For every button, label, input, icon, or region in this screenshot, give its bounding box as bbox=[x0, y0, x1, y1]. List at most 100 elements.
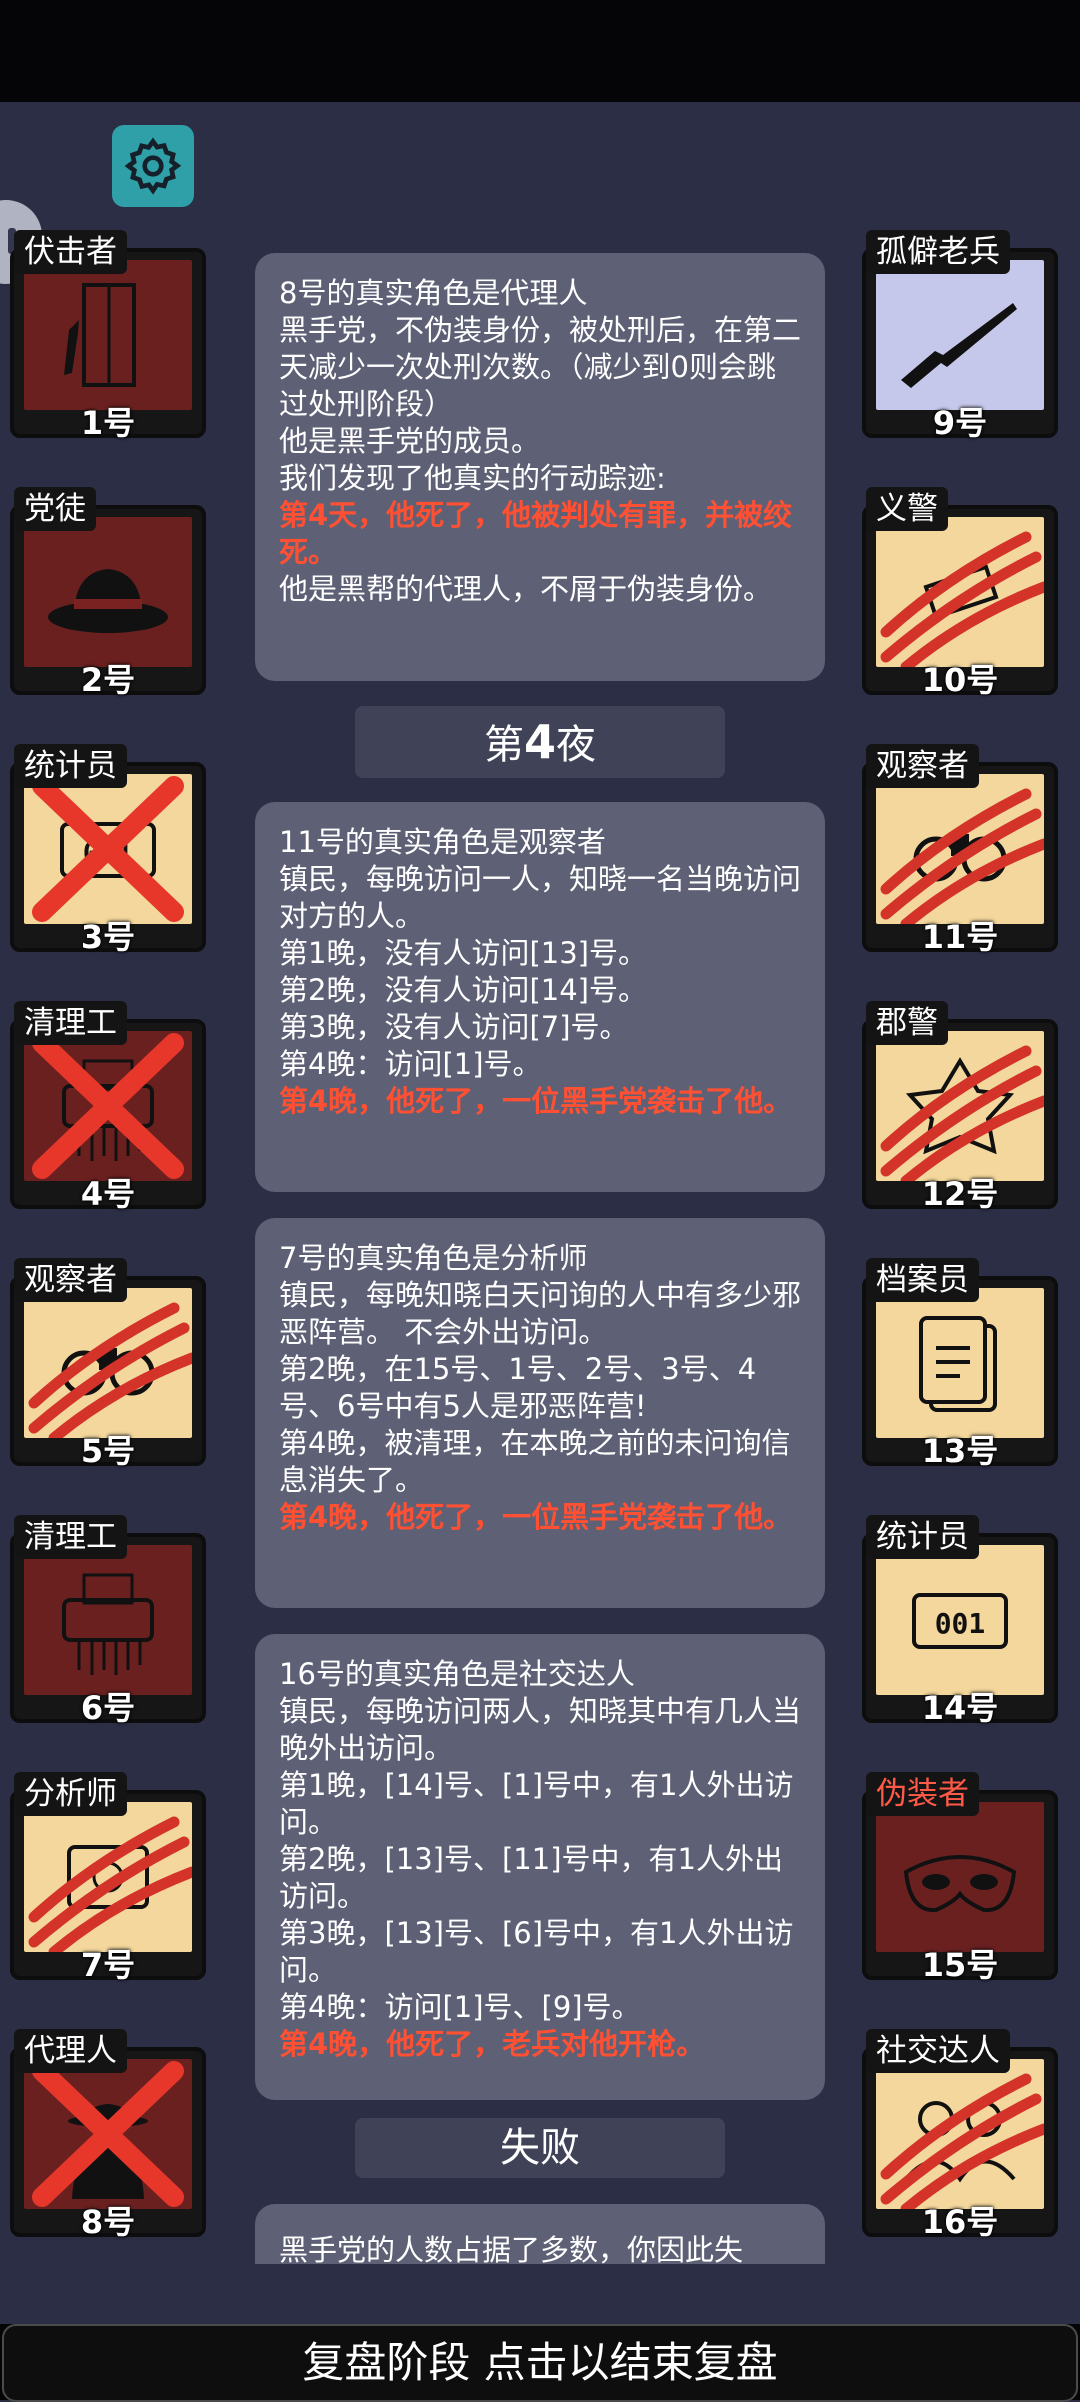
player-number: 6号 bbox=[80, 1689, 136, 1727]
role-art bbox=[24, 1802, 192, 1952]
log-panel-3: 7号的真实角色是分析师 镇民，每晚知晓白天问询的人中有多少邪恶阵营。 不会外出访… bbox=[255, 1218, 825, 1608]
player-card[interactable]: 观察者 11号 bbox=[862, 744, 1058, 956]
log-panel-1: 8号的真实角色是代理人 黑手党，不伪装身份，被处刑后，在第二天减少一次处刑次数。… bbox=[255, 253, 825, 681]
player-number: 16号 bbox=[921, 2203, 999, 2241]
player-number: 11号 bbox=[921, 918, 999, 956]
role-label: 统计员 bbox=[14, 744, 127, 788]
player-number: 14号 bbox=[921, 1689, 999, 1727]
log-line: 第2晚，[13]号、[11]号中，有1人外出访问。 bbox=[279, 1842, 783, 1913]
role-label: 观察者 bbox=[866, 744, 979, 788]
executed-x-mark bbox=[32, 1033, 184, 1179]
role-art bbox=[24, 1288, 192, 1438]
killed-claw-mark bbox=[880, 531, 1044, 667]
door-knife-icon bbox=[64, 283, 136, 387]
counter-icon: 001 bbox=[912, 1593, 1008, 1649]
player-card[interactable]: 党徒 2号 bbox=[10, 487, 206, 699]
role-art: 001 bbox=[876, 1545, 1044, 1695]
player-card[interactable]: 清理工 4号 bbox=[10, 1001, 206, 1213]
player-number: 7号 bbox=[80, 1946, 136, 1984]
player-card[interactable]: 义警 10号 bbox=[862, 487, 1058, 699]
player-card[interactable]: 观察者 5号 bbox=[10, 1258, 206, 1470]
player-number: 8号 bbox=[80, 2203, 136, 2241]
log-line: 第2晚，在15号、1号、2号、3号、4号、6号中有5人是邪恶阵营! bbox=[279, 1352, 757, 1423]
killed-claw-mark bbox=[880, 2073, 1044, 2209]
player-card[interactable]: 001 统计员 14号 bbox=[862, 1515, 1058, 1727]
executed-x-mark bbox=[32, 2061, 184, 2207]
player-card[interactable]: 伪装者 15号 bbox=[862, 1772, 1058, 1984]
player-card[interactable]: 孤僻老兵 9号 bbox=[862, 230, 1058, 442]
night-suffix: 夜 bbox=[556, 722, 596, 768]
hat-icon bbox=[48, 569, 168, 633]
player-number: 4号 bbox=[80, 1175, 136, 1213]
player-number: 12号 bbox=[921, 1175, 999, 1213]
log-death-line: 第4晚，他死了，一位黑手党袭击了他。 bbox=[279, 1084, 793, 1118]
player-number: 15号 bbox=[921, 1946, 999, 1984]
role-art bbox=[24, 260, 192, 410]
log-panel-5: 黑手党的人数占据了多数，你因此失 bbox=[255, 2204, 825, 2267]
role-art bbox=[24, 1545, 192, 1695]
player-card[interactable]: 郡警 12号 bbox=[862, 1001, 1058, 1213]
player-card[interactable]: 社交达人 16号 bbox=[862, 2029, 1058, 2241]
settings-button[interactable] bbox=[112, 125, 194, 207]
svg-text:001: 001 bbox=[935, 1607, 986, 1640]
player-card[interactable]: 伏击者 1号 bbox=[10, 230, 206, 442]
role-label: 分析师 bbox=[14, 1772, 127, 1816]
role-label: 社交达人 bbox=[866, 2029, 1010, 2073]
log-panel-4: 16号的真实角色是社交达人 镇民，每晚访问两人，知晓其中有几人当晚外出访问。 第… bbox=[255, 1634, 825, 2100]
role-art bbox=[876, 260, 1044, 410]
log-line: 第2晚，没有人访问[14]号。 bbox=[279, 973, 647, 1007]
role-label: 孤僻老兵 bbox=[866, 230, 1010, 274]
role-label: 伪装者 bbox=[866, 1772, 979, 1816]
player-card[interactable]: 清理工 6号 bbox=[10, 1515, 206, 1727]
player-number: 10号 bbox=[921, 661, 999, 699]
log-line: 我们发现了他真实的行动踪迹: bbox=[279, 461, 666, 495]
killed-claw-mark bbox=[28, 1816, 192, 1952]
mask-icon bbox=[903, 1855, 1017, 1913]
log-line: 他是黑帮的代理人，不屑于伪装身份。 bbox=[279, 572, 773, 606]
role-art bbox=[24, 517, 192, 667]
player-card[interactable]: 001统计员 3号 bbox=[10, 744, 206, 956]
log-line: 镇民，每晚访问两人，知晓其中有几人当晚外出访问。 bbox=[279, 1694, 802, 1765]
log-line: 第4晚：访问[1]号。 bbox=[279, 1047, 542, 1081]
log-line: 第1晚，[14]号、[1]号中，有1人外出访问。 bbox=[279, 1768, 794, 1839]
role-label: 郡警 bbox=[866, 1001, 948, 1045]
end-review-button[interactable]: 复盘阶段 点击以结束复盘 bbox=[2, 2324, 1078, 2402]
role-art: 001 bbox=[24, 774, 192, 924]
role-art bbox=[24, 1031, 192, 1181]
killed-claw-mark bbox=[880, 1045, 1044, 1181]
top-bar bbox=[0, 0, 1080, 102]
documents-icon bbox=[919, 1316, 997, 1412]
log-line: 他是黑手党的成员。 bbox=[279, 424, 541, 458]
gear-icon bbox=[124, 137, 182, 195]
role-label: 伏击者 bbox=[14, 230, 127, 274]
player-number: 2号 bbox=[80, 661, 136, 699]
role-art bbox=[876, 2059, 1044, 2209]
role-label: 代理人 bbox=[14, 2029, 127, 2073]
log-line: 黑手党的人数占据了多数，你因此失 bbox=[279, 2233, 744, 2267]
role-art bbox=[876, 774, 1044, 924]
player-card[interactable]: 代理人 8号 bbox=[10, 2029, 206, 2241]
player-number: 9号 bbox=[932, 404, 988, 442]
player-number: 5号 bbox=[80, 1432, 136, 1470]
log-line: 镇民，每晚访问一人，知晓一名当晚访问对方的人。 bbox=[279, 862, 802, 933]
log-panel-2: 11号的真实角色是观察者 镇民，每晚访问一人，知晓一名当晚访问对方的人。 第1晚… bbox=[255, 802, 825, 1192]
night-number: 4 bbox=[523, 715, 556, 769]
role-label: 档案员 bbox=[866, 1258, 979, 1302]
player-number: 13号 bbox=[921, 1432, 999, 1470]
player-card[interactable]: 档案员 13号 bbox=[862, 1258, 1058, 1470]
log-line: 第3晚，[13]号、[6]号中，有1人外出访问。 bbox=[279, 1916, 794, 1987]
role-label: 清理工 bbox=[14, 1001, 127, 1045]
night-header: 第4夜 bbox=[355, 706, 725, 778]
log-line: 第3晚，没有人访问[7]号。 bbox=[279, 1010, 629, 1044]
log-line: 7号的真实角色是分析师 bbox=[279, 1241, 588, 1275]
log-line: 镇民，每晚知晓白天问询的人中有多少邪恶阵营。 不会外出访问。 bbox=[279, 1278, 802, 1349]
log-death-line: 第4晚，他死了，老兵对他开枪。 bbox=[279, 2027, 706, 2061]
role-label: 清理工 bbox=[14, 1515, 127, 1559]
role-art bbox=[876, 1288, 1044, 1438]
log-line: 8号的真实角色是代理人 bbox=[279, 276, 588, 310]
role-art bbox=[876, 517, 1044, 667]
player-card[interactable]: 分析师 7号 bbox=[10, 1772, 206, 1984]
log-death-line: 第4晚，他死了，一位黑手党袭击了他。 bbox=[279, 1500, 793, 1534]
killed-claw-mark bbox=[28, 1302, 192, 1438]
log-line: 16号的真实角色是社交达人 bbox=[279, 1657, 635, 1691]
